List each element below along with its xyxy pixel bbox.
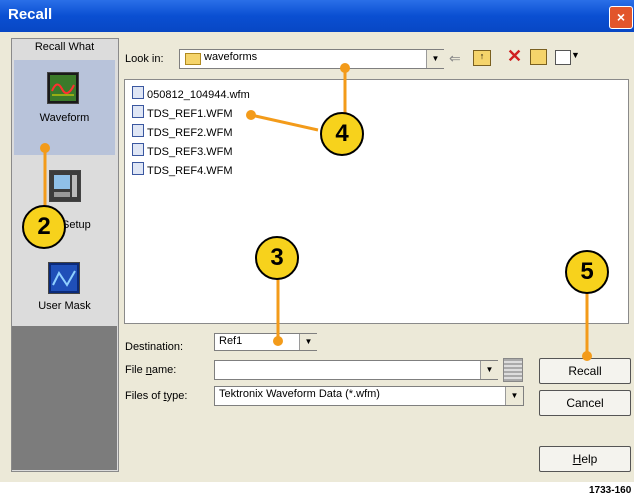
- figure-id: 1733-160: [589, 485, 632, 496]
- callout-connectors: [40, 63, 592, 361]
- connector-3-dot: [273, 336, 283, 346]
- connector-4b-dot: [340, 63, 350, 73]
- connector-4-dot: [246, 110, 256, 120]
- callout-2: 2: [22, 205, 66, 249]
- connector-4: [250, 113, 319, 132]
- connector-5-dot: [582, 351, 592, 361]
- callout-4: 4: [320, 112, 364, 156]
- callout-5: 5: [565, 250, 609, 294]
- callout-3: 3: [255, 236, 299, 280]
- connector-2-dot: [40, 143, 50, 153]
